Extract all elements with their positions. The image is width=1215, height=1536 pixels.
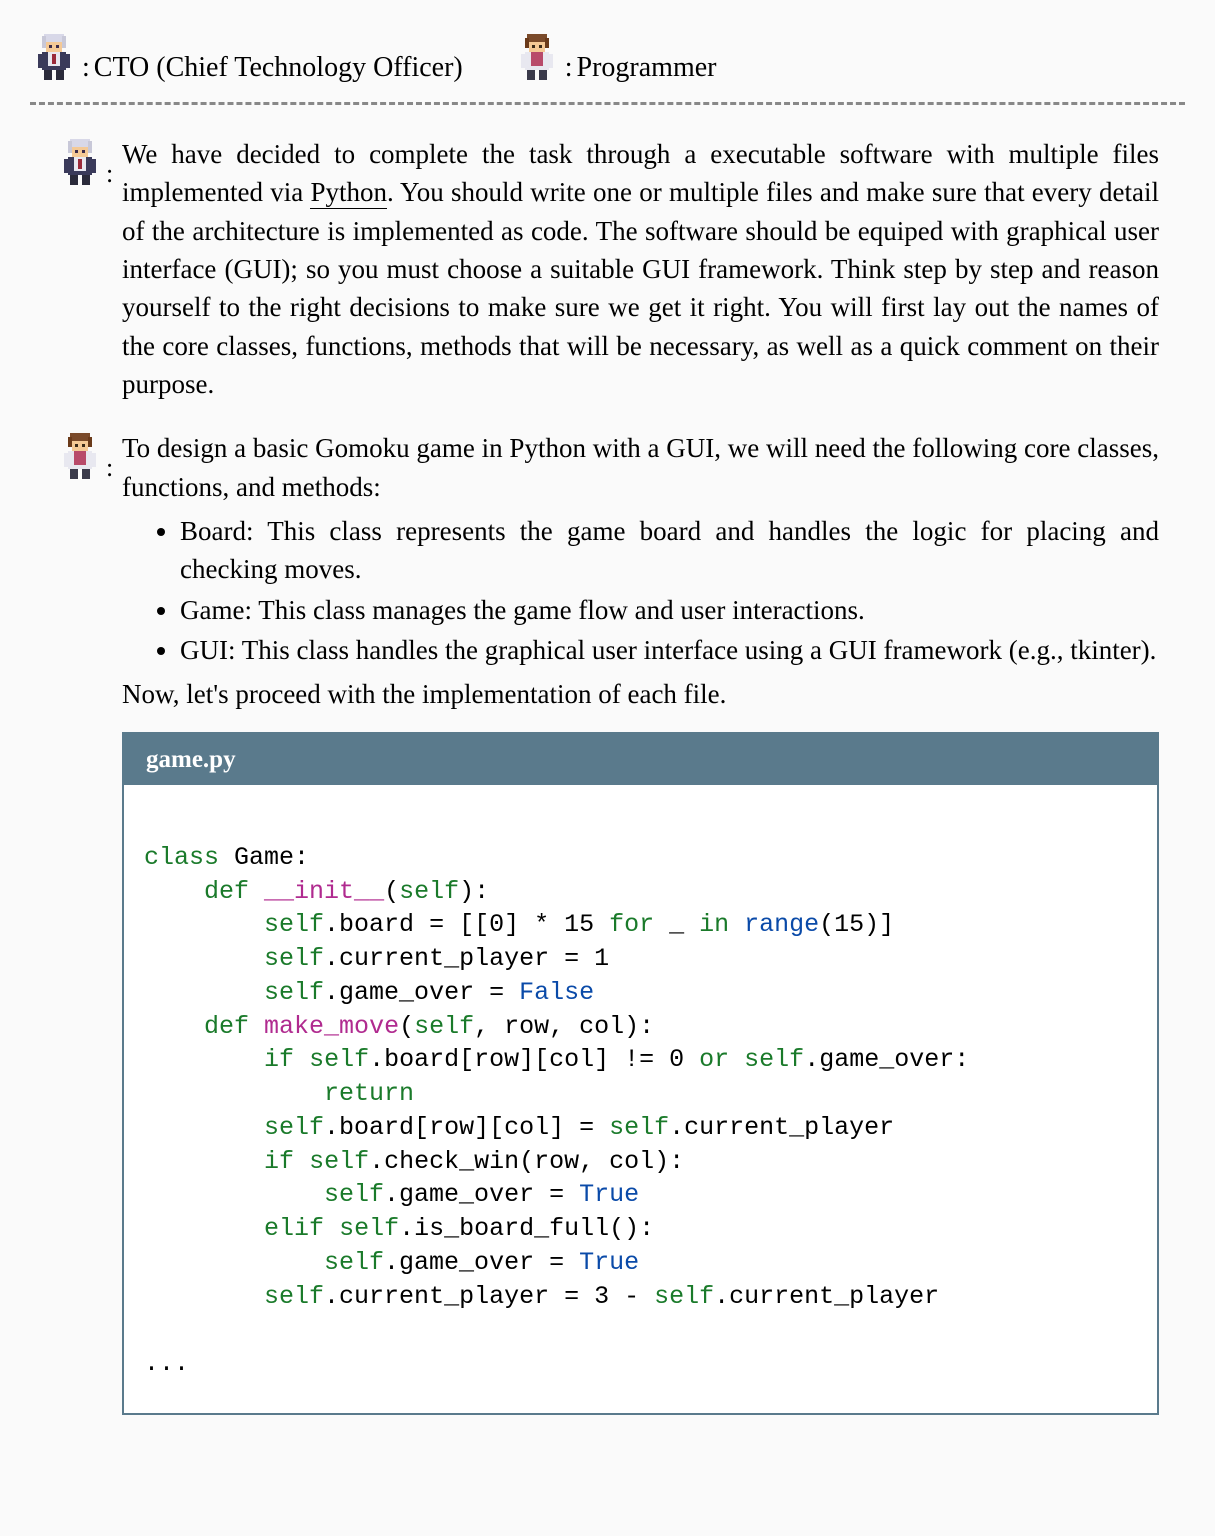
- programmer-intro: To design a basic Gomoku game in Python …: [122, 429, 1159, 506]
- cto-message-text: We have decided to complete the task thr…: [122, 135, 1159, 403]
- speaker-col-cto: :: [56, 135, 122, 189]
- programmer-message: To design a basic Gomoku game in Python …: [122, 429, 1159, 1415]
- code-box: game.py class Game: def __init__(self): …: [122, 732, 1159, 1415]
- speaker-colon: :: [106, 159, 113, 189]
- list-item: Board: This class represents the game bo…: [180, 512, 1159, 589]
- list-item: Game: This class manages the game flow a…: [180, 591, 1159, 629]
- programmer-avatar: [513, 30, 561, 84]
- cto-message: We have decided to complete the task thr…: [122, 135, 1159, 407]
- python-word: Python: [310, 177, 387, 209]
- dialog-cto: : We have decided to complete the task t…: [30, 135, 1185, 407]
- divider: [30, 102, 1185, 105]
- speaker-colon: :: [106, 453, 113, 483]
- legend: : CTO (Chief Technology Officer) : Progr…: [30, 30, 1185, 102]
- speaker-col-programmer: :: [56, 429, 122, 483]
- code-body: class Game: def __init__(self): self.boa…: [124, 785, 1157, 1413]
- programmer-avatar: [56, 429, 104, 483]
- programmer-outro: Now, let's proceed with the implementati…: [122, 675, 1159, 713]
- code-filename: game.py: [124, 734, 1157, 786]
- legend-colon: :: [565, 52, 573, 84]
- legend-programmer: : Programmer: [513, 30, 717, 84]
- cto-avatar: [56, 135, 104, 189]
- class-list: Board: This class represents the game bo…: [122, 512, 1159, 669]
- list-item: GUI: This class handles the graphical us…: [180, 631, 1159, 669]
- cto-role-label: CTO (Chief Technology Officer): [94, 52, 463, 84]
- cto-avatar: [30, 30, 78, 84]
- programmer-role-label: Programmer: [577, 52, 717, 84]
- legend-cto: : CTO (Chief Technology Officer): [30, 30, 463, 84]
- code-ellipsis: ...: [144, 1349, 189, 1378]
- legend-colon: :: [82, 52, 90, 84]
- dialog-programmer: : To design a basic Gomoku game in Pytho…: [30, 429, 1185, 1415]
